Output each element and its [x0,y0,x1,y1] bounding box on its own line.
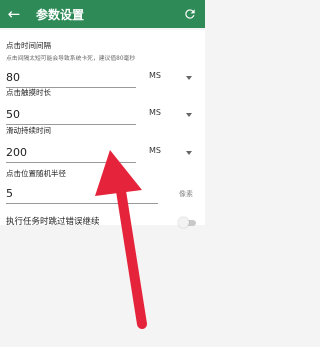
touch-duration-label: 点击触摸时长 [6,88,51,97]
interval-row: 80 MS [6,69,200,89]
interval-note: 点击间隔太短可能会导致系统卡死，建议值80毫秒 [6,56,136,62]
interval-label: 点击时间间隔 [6,41,51,50]
touch-duration-dropdown-icon[interactable] [186,113,192,117]
back-button[interactable]: ← [0,0,28,28]
touch-duration-row: 50 MS [6,106,200,126]
page-title: 参数设置 [36,7,85,22]
interval-input[interactable]: 80 [6,69,136,88]
random-radius-row: 5 像素 [6,185,200,205]
swipe-duration-label: 滑动持续时间 [6,126,51,135]
touch-duration-unit-select[interactable]: MS [149,108,161,117]
app-bar: ← 参数设置 [0,0,205,28]
swipe-duration-input[interactable]: 200 [6,144,136,163]
interval-unit-select[interactable]: MS [149,71,161,80]
left-arrow-icon: ← [7,4,21,23]
skip-error-setting: 执行任务时跳过错误继续 [6,215,200,233]
refresh-icon [185,9,195,19]
skip-error-label: 执行任务时跳过错误继续 [6,217,100,227]
settings-card: 点击时间间隔 点击间隔太短可能会导致系统卡死，建议值80毫秒 80 MS 点击触… [0,30,205,225]
swipe-duration-unit-select[interactable]: MS [149,146,161,155]
skip-error-toggle[interactable] [178,217,196,228]
touch-duration-section: 点击触摸时长 50 MS [6,87,200,126]
interval-section: 点击时间间隔 点击间隔太短可能会导致系统卡死，建议值80毫秒 80 MS [6,40,200,89]
random-radius-unit: 像素 [179,190,193,198]
toggle-knob[interactable] [178,217,189,228]
random-radius-label: 点击位置随机半径 [6,169,66,178]
random-radius-section: 点击位置随机半径 5 像素 [6,168,200,205]
swipe-duration-section: 滑动持续时间 200 MS [6,125,200,164]
refresh-button[interactable] [179,0,201,28]
touch-duration-input[interactable]: 50 [6,106,136,125]
random-radius-input[interactable]: 5 [6,185,158,204]
swipe-duration-dropdown-icon[interactable] [186,151,192,155]
interval-dropdown-icon[interactable] [186,76,192,80]
swipe-duration-row: 200 MS [6,144,200,164]
